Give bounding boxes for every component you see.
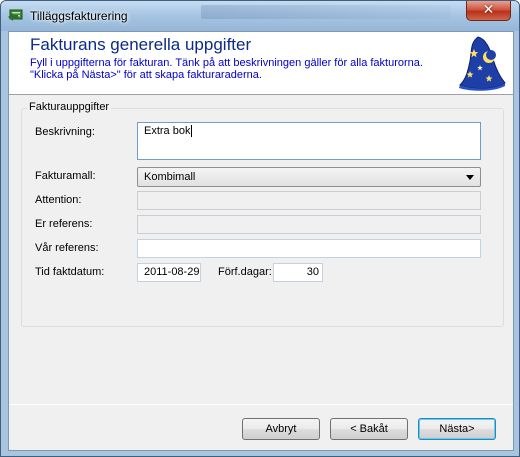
- beskrivning-label: Beskrivning:: [35, 126, 95, 138]
- forf-dagar-field[interactable]: 30: [273, 263, 323, 282]
- er-referens-field[interactable]: [137, 215, 481, 234]
- close-button[interactable]: ✕: [466, 1, 511, 21]
- title-bar-background: [201, 5, 451, 19]
- wizard-header: Fakturans generella uppgifter Fyll i upp…: [9, 32, 513, 95]
- page-title: Fakturans generella uppgifter: [30, 35, 252, 54]
- footer-separator: [9, 404, 513, 405]
- text-caret: [191, 125, 193, 138]
- window-title: Tilläggsfakturering: [30, 9, 128, 23]
- next-button[interactable]: Nästa>: [418, 418, 496, 440]
- instruction-line-1: Fyll i uppgifterna för fakturan. Tänk på…: [30, 57, 423, 69]
- attention-field[interactable]: [137, 191, 481, 210]
- attention-label: Attention:: [35, 194, 82, 206]
- wizard-window: Tilläggsfakturering ✕ Fakturans generell…: [0, 0, 520, 457]
- group-legend: Fakturauppgifter: [27, 101, 112, 113]
- invoice-app-icon: [8, 9, 23, 21]
- wizard-client-area: Fakturans generella uppgifter Fyll i upp…: [8, 31, 514, 451]
- forf-dagar-value: 30: [306, 266, 319, 278]
- close-icon: ✕: [482, 2, 495, 18]
- header-instructions: Fyll i uppgifterna för fakturan. Tänk på…: [30, 57, 450, 81]
- forf-dagar-label: Förf.dagar:: [218, 266, 272, 278]
- back-button[interactable]: < Bakåt: [330, 418, 408, 440]
- fakturamall-select[interactable]: Kombimall: [137, 167, 481, 187]
- var-referens-field[interactable]: [137, 239, 481, 258]
- tid-faktdatum-value: 2011-08-29: [144, 266, 200, 278]
- tid-faktdatum-field[interactable]: 2011-08-29: [137, 263, 201, 282]
- instruction-line-2: "Klicka på Nästa>" för att skapa faktura…: [30, 69, 262, 81]
- title-bar[interactable]: Tilläggsfakturering ✕: [1, 1, 519, 31]
- er-referens-label: Er referens:: [35, 218, 93, 230]
- tid-faktdatum-label: Tid faktdatum:: [35, 266, 105, 278]
- fakturamall-value: Kombimall: [144, 171, 196, 183]
- fakturamall-label: Fakturamall:: [35, 170, 96, 182]
- beskrivning-value: Extra bok: [144, 125, 191, 137]
- chevron-down-icon: [466, 175, 474, 180]
- var-referens-label: Vår referens:: [35, 242, 99, 254]
- wizard-hat-icon: [459, 36, 506, 91]
- beskrivning-field[interactable]: Extra bok: [137, 122, 481, 160]
- cancel-button[interactable]: Avbryt: [242, 418, 320, 440]
